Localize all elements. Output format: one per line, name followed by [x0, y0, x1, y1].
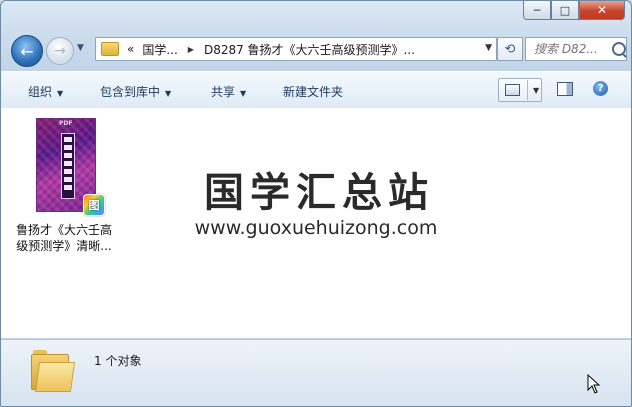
close-button[interactable]: ✕: [579, 1, 625, 20]
organize-label: 组织: [28, 85, 53, 99]
divider: [527, 80, 528, 100]
breadcrumb-item[interactable]: 国学...: [138, 41, 181, 58]
thumbnail-label: PDF: [59, 120, 73, 127]
badge-glyph: 图: [88, 199, 100, 212]
command-bar: 组织 ▼ 包含到库中 ▼ 共享 ▼ 新建文件夹 ▼ ?: [1, 71, 631, 109]
refresh-button[interactable]: ⟲: [497, 37, 523, 61]
search-icon[interactable]: [612, 42, 626, 56]
change-view-button[interactable]: ▼: [498, 78, 542, 102]
chevron-down-icon[interactable]: ▼: [533, 86, 539, 95]
search-input[interactable]: [532, 41, 610, 57]
organize-menu[interactable]: 组织 ▼: [28, 83, 63, 100]
address-bar[interactable]: « 国学... ▶ D8287 鲁扬才《大六壬高级预测学》... ▼: [95, 37, 497, 61]
navigation-bar: ← → ▼ « 国学... ▶ D8287 鲁扬才《大六壬高级预测学》... ▼…: [9, 34, 627, 68]
details-pane: 1 个对象: [1, 339, 631, 406]
chevron-down-icon: ▼: [240, 89, 247, 98]
maximize-button[interactable]: □: [551, 1, 579, 20]
folder-front: [34, 362, 76, 392]
address-dropdown-icon[interactable]: ▼: [485, 43, 492, 53]
chevron-right-icon[interactable]: ▶: [182, 45, 200, 54]
minimize-button[interactable]: ─: [523, 1, 551, 20]
help-icon[interactable]: ?: [593, 81, 608, 96]
file-name-line1: 鲁扬才《大六壬高: [15, 223, 112, 237]
file-name-line2: 级预测学》清晰...: [16, 239, 112, 253]
address-overflow[interactable]: «: [123, 42, 138, 56]
recent-pages-dropdown[interactable]: ▼: [77, 43, 89, 55]
view-icon: [505, 84, 520, 96]
image-badge-icon: 图: [83, 194, 105, 216]
share-menu[interactable]: 共享 ▼: [211, 83, 246, 100]
preview-pane-icon[interactable]: [557, 82, 573, 96]
search-box[interactable]: [525, 37, 627, 61]
file-item[interactable]: PDF 图 鲁扬才《大六壬高 级预测学》清晰...: [9, 114, 119, 264]
include-in-library-menu[interactable]: 包含到库中 ▼: [100, 83, 171, 100]
watermark-title: 国学汇总站: [204, 170, 434, 216]
share-label: 共享: [211, 85, 236, 99]
file-name: 鲁扬才《大六壬高 级预测学》清晰...: [9, 222, 119, 254]
explorer-window: ─ □ ✕ ← → ▼ « 国学... ▶ D8287 鲁扬才《大六壬高级预测学…: [0, 0, 632, 407]
back-button[interactable]: ←: [11, 35, 43, 67]
watermark-url: www.guoxuehuizong.com: [194, 217, 438, 239]
item-count: 1 个对象: [94, 354, 142, 368]
folder-icon: [31, 348, 76, 392]
breadcrumb-item-current[interactable]: D8287 鲁扬才《大六壬高级预测学》...: [200, 41, 419, 58]
thumbnail-title-band: [61, 133, 75, 199]
new-folder-button[interactable]: 新建文件夹: [283, 83, 343, 100]
file-list[interactable]: PDF 图 鲁扬才《大六壬高 级预测学》清晰... 国学汇总站 www.guox…: [1, 108, 631, 338]
chevron-down-icon: ▼: [57, 89, 64, 98]
forward-button[interactable]: →: [46, 37, 74, 65]
caption-buttons: ─ □ ✕: [523, 1, 625, 20]
include-in-library-label: 包含到库中: [100, 85, 161, 99]
folder-icon: [101, 42, 119, 56]
chevron-down-icon: ▼: [165, 89, 172, 98]
